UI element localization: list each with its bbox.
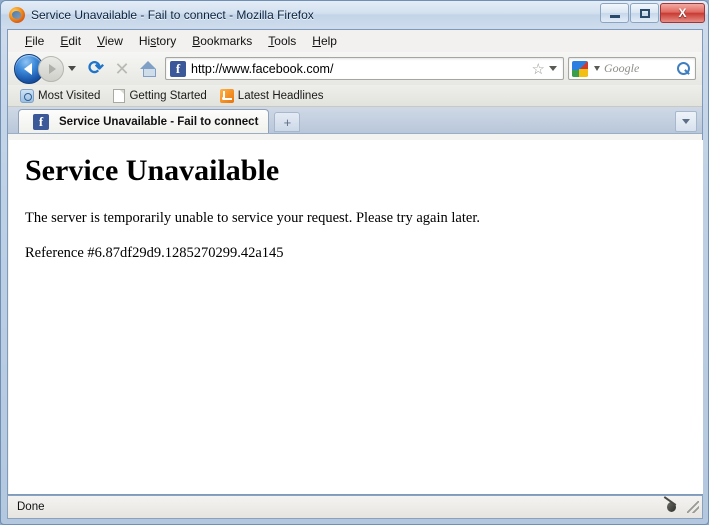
- menu-item-history[interactable]: History: [131, 32, 184, 50]
- list-all-tabs-button[interactable]: [675, 111, 697, 132]
- bookmark-label: Getting Started: [129, 89, 207, 102]
- history-dropdown-icon[interactable]: [68, 66, 76, 71]
- bookmark-star-icon[interactable]: ☆: [528, 60, 549, 78]
- page-icon: [113, 88, 126, 103]
- google-icon[interactable]: [572, 60, 588, 77]
- reload-button[interactable]: ⟳: [83, 56, 109, 82]
- bookmark-label: Latest Headlines: [237, 89, 324, 102]
- forward-button: [38, 55, 64, 82]
- client-area: File Edit View History Bookmarks Tools H…: [7, 29, 703, 495]
- window-controls: X: [600, 3, 705, 23]
- browser-window: Service Unavailable - Fail to connect - …: [0, 0, 709, 525]
- home-button[interactable]: [135, 56, 161, 82]
- menu-item-tools[interactable]: Tools: [260, 32, 304, 50]
- facebook-favicon: f: [170, 60, 186, 77]
- url-dropdown-icon[interactable]: [549, 66, 557, 71]
- menu-item-help[interactable]: Help: [304, 32, 345, 50]
- stop-icon: ✕: [114, 58, 130, 79]
- maximize-button[interactable]: [630, 3, 659, 23]
- bookmark-getting-started[interactable]: Getting Started: [108, 88, 211, 104]
- page-title: Service Unavailable: [25, 154, 280, 187]
- menu-item-bookmarks[interactable]: Bookmarks: [184, 32, 260, 50]
- most-visited-icon: [20, 88, 34, 103]
- rss-icon: [219, 88, 234, 103]
- minimize-button[interactable]: [600, 3, 629, 23]
- menu-label-view-rest: iew: [104, 33, 123, 48]
- page-body-text: The server is temporarily unable to serv…: [25, 210, 480, 226]
- new-tab-button[interactable]: +: [274, 112, 301, 132]
- menu-bar: File Edit View History Bookmarks Tools H…: [8, 30, 702, 52]
- bookmark-most-visited[interactable]: Most Visited: [15, 88, 105, 104]
- bookmark-latest-headlines[interactable]: Latest Headlines: [215, 88, 329, 104]
- menu-label-tools-rest: ools: [274, 33, 297, 48]
- navigation-toolbar: ⟳ ✕ f http://www.facebook.com/ ☆ Google: [8, 52, 702, 85]
- url-input[interactable]: http://www.facebook.com/: [191, 62, 528, 76]
- menu-item-view[interactable]: View: [89, 32, 131, 50]
- reload-icon: ⟳: [88, 58, 104, 79]
- url-bar[interactable]: f http://www.facebook.com/ ☆: [165, 57, 564, 80]
- status-bar: Done: [7, 495, 703, 519]
- tab-active[interactable]: f Service Unavailable - Fail to connect: [18, 109, 270, 133]
- facebook-favicon: f: [33, 113, 49, 130]
- window-title: Service Unavailable - Fail to connect - …: [31, 7, 314, 22]
- bookmark-label: Most Visited: [38, 89, 101, 102]
- stop-button: ✕: [109, 56, 135, 82]
- bookmarks-toolbar: Most Visited Getting Started Latest Head…: [8, 85, 702, 107]
- title-bar: Service Unavailable - Fail to connect - …: [1, 1, 708, 28]
- search-bar[interactable]: Google: [568, 57, 696, 80]
- search-engine-dropdown-icon[interactable]: [594, 66, 600, 71]
- close-button[interactable]: X: [660, 3, 705, 23]
- menu-label-help-rest: elp: [320, 33, 337, 48]
- menu-label-edit-rest: dit: [68, 33, 82, 48]
- menu-label-bookmarks-rest: ookmarks: [200, 33, 253, 48]
- magnifier-icon[interactable]: [674, 60, 692, 78]
- resize-grip-icon[interactable]: [687, 501, 699, 513]
- menu-item-edit[interactable]: Edit: [52, 32, 89, 50]
- status-text: Done: [17, 501, 45, 513]
- menu-item-file[interactable]: File: [17, 32, 52, 50]
- bug-icon[interactable]: [661, 498, 683, 516]
- page-content: Service Unavailable The server is tempor…: [9, 140, 703, 494]
- back-forward-group: [14, 53, 64, 84]
- tab-title: Service Unavailable - Fail to connect: [59, 115, 259, 128]
- firefox-icon: [9, 6, 25, 23]
- home-icon: [139, 61, 157, 77]
- search-input[interactable]: Google: [604, 61, 674, 76]
- chevron-down-icon: [682, 119, 690, 124]
- page-reference-text: Reference #6.87df29d9.1285270299.42a145: [25, 245, 284, 261]
- menu-label-file-rest: ile: [32, 33, 45, 48]
- tab-strip: f Service Unavailable - Fail to connect …: [8, 107, 702, 134]
